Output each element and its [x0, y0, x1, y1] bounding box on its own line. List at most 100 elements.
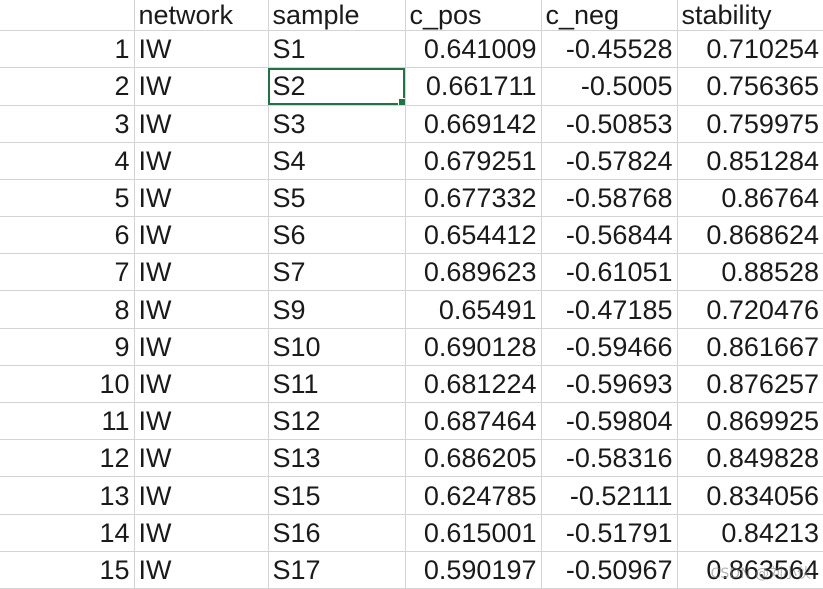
cell-c-pos[interactable]: 0.654412	[405, 216, 542, 255]
cell-index[interactable]: 15	[0, 551, 135, 589]
cell-sample[interactable]: S9	[268, 290, 406, 329]
cell-sample[interactable]: S4	[268, 142, 406, 180]
cell-network[interactable]: IW	[134, 551, 269, 589]
cell-sample[interactable]: S16	[268, 514, 406, 552]
table-row: 14 IW S16 0.615001 -0.51791 0.84213	[0, 514, 823, 552]
cell-index[interactable]: 4	[0, 142, 135, 180]
cell-stability[interactable]: 0.849828	[677, 439, 823, 478]
cell-index[interactable]: 6	[0, 216, 135, 255]
cell-index[interactable]: 2	[0, 67, 135, 106]
cell-c-neg[interactable]: -0.52111	[541, 476, 678, 515]
cell-c-pos[interactable]: 0.641009	[405, 30, 542, 69]
fill-handle[interactable]	[397, 97, 404, 105]
cell-index[interactable]: 9	[0, 328, 135, 366]
cell-network[interactable]: IW	[134, 439, 269, 478]
cell-network[interactable]: IW	[134, 253, 269, 292]
cell-network[interactable]: IW	[134, 30, 269, 69]
cell-c-pos[interactable]: 0.669142	[405, 105, 542, 143]
cell-c-neg[interactable]: -0.61051	[541, 253, 678, 292]
cell-index[interactable]: 5	[0, 179, 135, 218]
cell-stability[interactable]: 0.86764	[677, 179, 823, 218]
cell-stability[interactable]: 0.88528	[677, 253, 823, 292]
cell-network[interactable]: IW	[134, 142, 269, 180]
cell-c-pos[interactable]: 0.686205	[405, 439, 542, 478]
cell-sample[interactable]: S15	[268, 476, 406, 515]
cell-sample[interactable]: S1	[268, 30, 406, 69]
header-cell-stability[interactable]: stability	[677, 0, 823, 32]
cell-c-neg[interactable]: -0.58316	[541, 439, 678, 478]
cell-index[interactable]: 10	[0, 365, 135, 404]
cell-c-neg[interactable]: -0.5005	[541, 67, 678, 106]
cell-network[interactable]: IW	[134, 328, 269, 366]
cell-c-pos[interactable]: 0.590197	[405, 551, 542, 589]
cell-index[interactable]: 8	[0, 290, 135, 329]
cell-c-pos[interactable]: 0.690128	[405, 328, 542, 366]
cell-sample[interactable]: S17	[268, 551, 406, 589]
cell-c-neg[interactable]: -0.50853	[541, 105, 678, 143]
cell-network[interactable]: IW	[134, 365, 269, 404]
cell-c-neg[interactable]: -0.51791	[541, 514, 678, 552]
cell-sample[interactable]: S3	[268, 105, 406, 143]
cell-c-pos[interactable]: 0.615001	[405, 514, 542, 552]
cell-c-neg[interactable]: -0.58768	[541, 179, 678, 218]
cell-c-pos[interactable]: 0.681224	[405, 365, 542, 404]
cell-network[interactable]: IW	[134, 216, 269, 255]
cell-index[interactable]: 13	[0, 476, 135, 515]
cell-c-pos[interactable]: 0.65491	[405, 290, 542, 329]
cell-network[interactable]: IW	[134, 179, 269, 218]
table-row: 7 IW S7 0.689623 -0.61051 0.88528	[0, 253, 823, 292]
cell-network[interactable]: IW	[134, 105, 269, 143]
cell-sample[interactable]: S12	[268, 402, 406, 441]
cell-stability[interactable]: 0.834056	[677, 476, 823, 515]
cell-c-neg[interactable]: -0.59804	[541, 402, 678, 441]
cell-stability[interactable]: 0.869925	[677, 402, 823, 441]
cell-c-pos[interactable]: 0.661711	[405, 67, 542, 106]
cell-index[interactable]: 12	[0, 439, 135, 478]
cell-stability[interactable]: 0.861667	[677, 328, 823, 366]
header-cell-index[interactable]	[0, 0, 135, 32]
cell-stability[interactable]: 0.756365	[677, 67, 823, 106]
cell-sample[interactable]: S11	[268, 365, 406, 404]
cell-stability[interactable]: 0.759975	[677, 105, 823, 143]
cell-c-pos[interactable]: 0.679251	[405, 142, 542, 180]
cell-index[interactable]: 11	[0, 402, 135, 441]
cell-network[interactable]: IW	[134, 514, 269, 552]
cell-c-pos[interactable]: 0.687464	[405, 402, 542, 441]
cell-stability[interactable]: 0.868624	[677, 216, 823, 255]
cell-network[interactable]: IW	[134, 402, 269, 441]
cell-c-neg[interactable]: -0.57824	[541, 142, 678, 180]
cell-network[interactable]: IW	[134, 476, 269, 515]
active-cell[interactable]: S2	[268, 67, 406, 106]
cell-network[interactable]: IW	[134, 290, 269, 329]
table-row: 11 IW S12 0.687464 -0.59804 0.869925	[0, 402, 823, 441]
cell-c-neg[interactable]: -0.47185	[541, 290, 678, 329]
header-cell-network[interactable]: network	[134, 0, 269, 32]
cell-c-pos[interactable]: 0.624785	[405, 476, 542, 515]
header-cell-c-neg[interactable]: c_neg	[541, 0, 678, 32]
cell-index[interactable]: 1	[0, 30, 135, 69]
cell-network[interactable]: IW	[134, 67, 269, 106]
cell-c-pos[interactable]: 0.689623	[405, 253, 542, 292]
cell-stability[interactable]: 0.84213	[677, 514, 823, 552]
cell-c-neg[interactable]: -0.45528	[541, 30, 678, 69]
cell-sample[interactable]: S6	[268, 216, 406, 255]
header-cell-c-pos[interactable]: c_pos	[405, 0, 542, 32]
cell-sample[interactable]: S13	[268, 439, 406, 478]
cell-index[interactable]: 3	[0, 105, 135, 143]
cell-stability[interactable]: 0.710254	[677, 30, 823, 69]
cell-stability[interactable]: 0.851284	[677, 142, 823, 180]
cell-c-neg[interactable]: -0.50967	[541, 551, 678, 589]
cell-stability[interactable]: 0.720476	[677, 290, 823, 329]
table-row: 2 IW S2 0.661711 -0.5005 0.756365	[0, 67, 823, 106]
cell-c-pos[interactable]: 0.677332	[405, 179, 542, 218]
cell-sample[interactable]: S7	[268, 253, 406, 292]
cell-stability[interactable]: 0.876257	[677, 365, 823, 404]
cell-c-neg[interactable]: -0.56844	[541, 216, 678, 255]
cell-c-neg[interactable]: -0.59693	[541, 365, 678, 404]
cell-c-neg[interactable]: -0.59466	[541, 328, 678, 366]
cell-index[interactable]: 14	[0, 514, 135, 552]
cell-sample[interactable]: S10	[268, 328, 406, 366]
header-cell-sample[interactable]: sample	[268, 0, 406, 32]
cell-sample[interactable]: S5	[268, 179, 406, 218]
cell-index[interactable]: 7	[0, 253, 135, 292]
